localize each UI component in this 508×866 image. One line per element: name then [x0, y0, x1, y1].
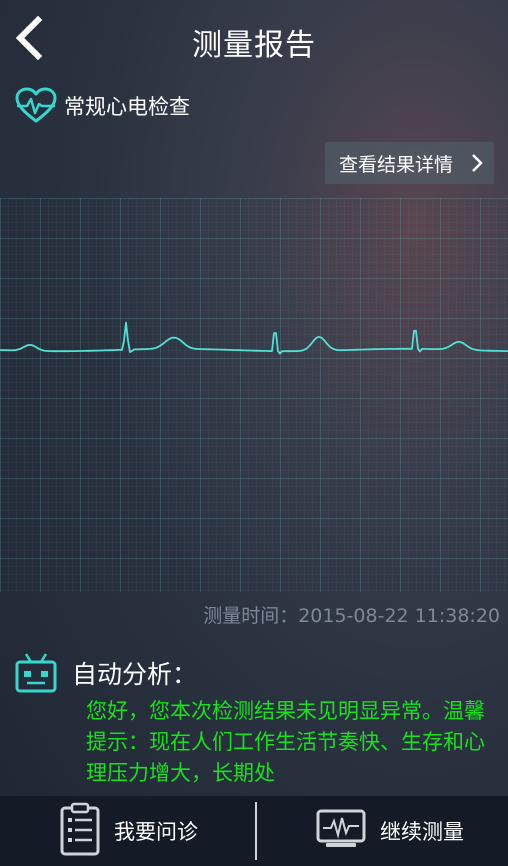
- exam-type: 常规心电检查: [14, 86, 190, 126]
- view-details-button[interactable]: 查看结果详情: [325, 142, 494, 184]
- chevron-right-icon: [470, 153, 484, 173]
- measure-time: 测量时间：2015-08-22 11:38:20: [203, 601, 500, 628]
- bottom-bar: 我要问诊 继续测量: [0, 796, 508, 866]
- measure-time-value: 2015-08-22 11:38:20: [298, 605, 500, 627]
- analysis-title: 自动分析：: [72, 660, 198, 689]
- ecg-chart: [0, 198, 508, 592]
- clipboard-icon: [60, 802, 100, 860]
- header: 测量报告: [0, 0, 508, 80]
- ecg-grid: [0, 198, 508, 592]
- view-details-label: 查看结果详情: [339, 153, 454, 176]
- measure-time-label: 测量时间：: [203, 605, 299, 627]
- analysis-header: 自动分析：: [14, 650, 197, 696]
- consult-label: 我要问诊: [114, 820, 198, 844]
- continue-measure-label: 继续测量: [380, 820, 464, 844]
- exam-label: 常规心电检查: [64, 95, 190, 119]
- analysis-text: 您好，您本次检测结果未见明显异常。温馨提示：现在人们工作生活节奏快、生存和心理压…: [86, 699, 485, 785]
- consult-button[interactable]: 我要问诊: [60, 796, 198, 866]
- monitor-ecg-icon: [316, 809, 366, 853]
- footer-divider: [255, 802, 257, 860]
- heart-ecg-icon: [14, 86, 58, 126]
- continue-measure-button[interactable]: 继续测量: [316, 796, 464, 866]
- page-title: 测量报告: [192, 28, 316, 63]
- robot-icon: [14, 651, 58, 695]
